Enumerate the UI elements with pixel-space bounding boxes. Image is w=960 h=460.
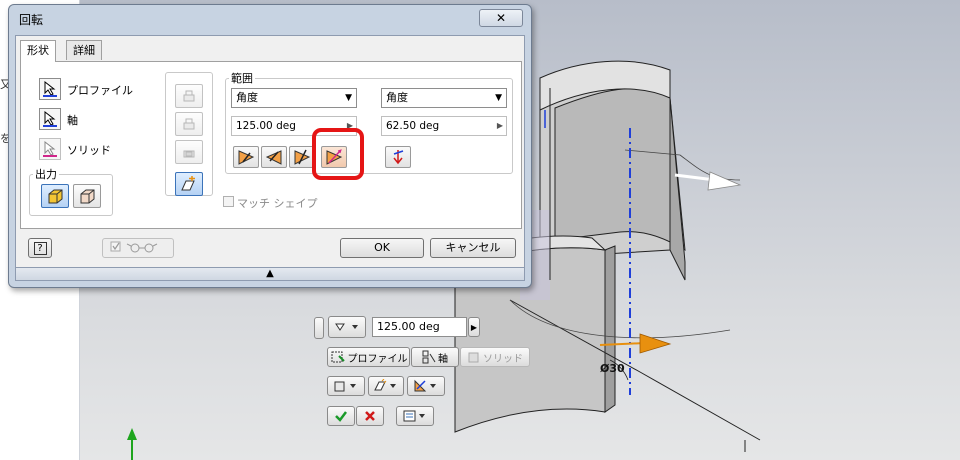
new-solid-icon: [181, 176, 195, 191]
axis-label: 軸: [67, 114, 78, 127]
join-icon: [183, 90, 195, 102]
intersect-icon: [183, 150, 195, 158]
chevron-down-icon: ▼: [345, 93, 352, 103]
dialog-body: 形状 詳細 プロファイル 軸 ソリッド 出力 範囲 角度 ▼ 角度 ▼ 125.…: [15, 35, 525, 281]
angle-input-2[interactable]: 62.50 deg ▶: [381, 116, 507, 136]
axis-select-button[interactable]: [39, 108, 61, 130]
arrow-right-icon: ▶: [496, 121, 503, 130]
revolve-dialog: 回転 ✕ 形状 詳細 プロファイル 軸 ソリッド 出力 範囲 角度 ▼ 角度 ▼…: [8, 4, 532, 288]
mini-solid-button[interactable]: ソリッド: [460, 347, 530, 367]
join-operation-icon: [374, 379, 396, 391]
cursor-arrow-icon: [43, 141, 57, 157]
new-solid-button[interactable]: [175, 172, 203, 196]
extent-type-dropdown-2[interactable]: 角度 ▼: [381, 88, 507, 108]
mini-extents-dropdown[interactable]: [328, 316, 366, 338]
output-group-label: 出力: [33, 166, 59, 182]
cut-icon: [183, 118, 195, 130]
mini-operation-dropdown[interactable]: [368, 376, 404, 396]
mini-toolbar-grip[interactable]: [314, 317, 324, 339]
direction-2-icon: [265, 150, 282, 165]
dialog-title: 回転: [19, 13, 44, 27]
solid-label: ソリッド: [67, 144, 111, 157]
mini-ok-button[interactable]: [327, 406, 355, 426]
match-shape-label: マッチ シェイプ: [237, 197, 318, 210]
profile-select-icon: [331, 351, 345, 363]
profile-select-button[interactable]: [39, 78, 61, 100]
mini-axis-button[interactable]: 軸: [411, 347, 459, 367]
mini-angle-arrow[interactable]: ▶: [468, 317, 480, 337]
flip-direction-button[interactable]: [385, 146, 411, 168]
highlight-box: [312, 128, 364, 180]
extents-group-label: 範囲: [229, 70, 255, 86]
dialog-collapse-bar[interactable]: ▲: [15, 267, 525, 281]
intersect-button[interactable]: [175, 140, 203, 164]
extent-angle-icon: [335, 323, 358, 331]
shape-tab-page: プロファイル 軸 ソリッド 出力 範囲 角度 ▼ 角度 ▼ 125.00 deg…: [20, 61, 522, 229]
preview-toggle[interactable]: [102, 238, 174, 258]
cut-button[interactable]: [175, 112, 203, 136]
dialog-close-button[interactable]: ✕: [479, 9, 523, 27]
mini-angle-input[interactable]: 125.00 deg: [372, 317, 467, 337]
collapse-up-icon: ▲: [266, 268, 274, 279]
solid-body-icon: [48, 189, 63, 204]
mini-output-dropdown[interactable]: [327, 376, 365, 396]
match-shape-checkbox[interactable]: [223, 196, 234, 207]
profile-label: プロファイル: [67, 84, 133, 97]
extent-type-dropdown-1[interactable]: 角度 ▼: [231, 88, 357, 108]
surface-body-icon: [80, 189, 95, 204]
solid-output-button[interactable]: [41, 184, 69, 208]
mini-options-dropdown[interactable]: [396, 406, 434, 426]
checkmark-icon: [335, 411, 347, 422]
solid-select-icon: [468, 352, 479, 363]
solid-select-button[interactable]: [39, 138, 61, 160]
join-button[interactable]: [175, 84, 203, 108]
direction-icon: [414, 379, 436, 392]
cancel-button[interactable]: キャンセル: [430, 238, 516, 258]
close-icon: [365, 411, 375, 421]
mini-cancel-button[interactable]: [356, 406, 384, 426]
direction-1-icon: [238, 150, 255, 165]
mini-direction-dropdown[interactable]: [407, 376, 445, 396]
direction-1-button[interactable]: [233, 146, 259, 168]
tab-shape[interactable]: 形状: [20, 40, 56, 62]
cursor-arrow-icon: [43, 111, 57, 127]
axis-select-icon: [422, 350, 436, 364]
help-button[interactable]: ?: [28, 238, 52, 258]
solid-output-icon: [334, 381, 356, 392]
surface-output-button[interactable]: [73, 184, 101, 208]
cursor-arrow-icon: [43, 81, 57, 97]
mini-profile-button[interactable]: プロファイル: [327, 347, 410, 367]
tab-detail[interactable]: 詳細: [66, 40, 102, 60]
close-icon: ✕: [495, 11, 507, 25]
help-icon: ?: [33, 242, 47, 255]
ok-button[interactable]: OK: [340, 238, 424, 258]
preview-glasses-icon: [110, 241, 158, 253]
chevron-down-icon: ▼: [495, 93, 502, 103]
symmetric-icon: [294, 149, 311, 165]
dialog-options-icon: [403, 410, 425, 422]
dimension-label: Ø30: [600, 362, 625, 375]
flip-arrow-icon: [393, 150, 404, 165]
direction-2-button[interactable]: [261, 146, 287, 168]
